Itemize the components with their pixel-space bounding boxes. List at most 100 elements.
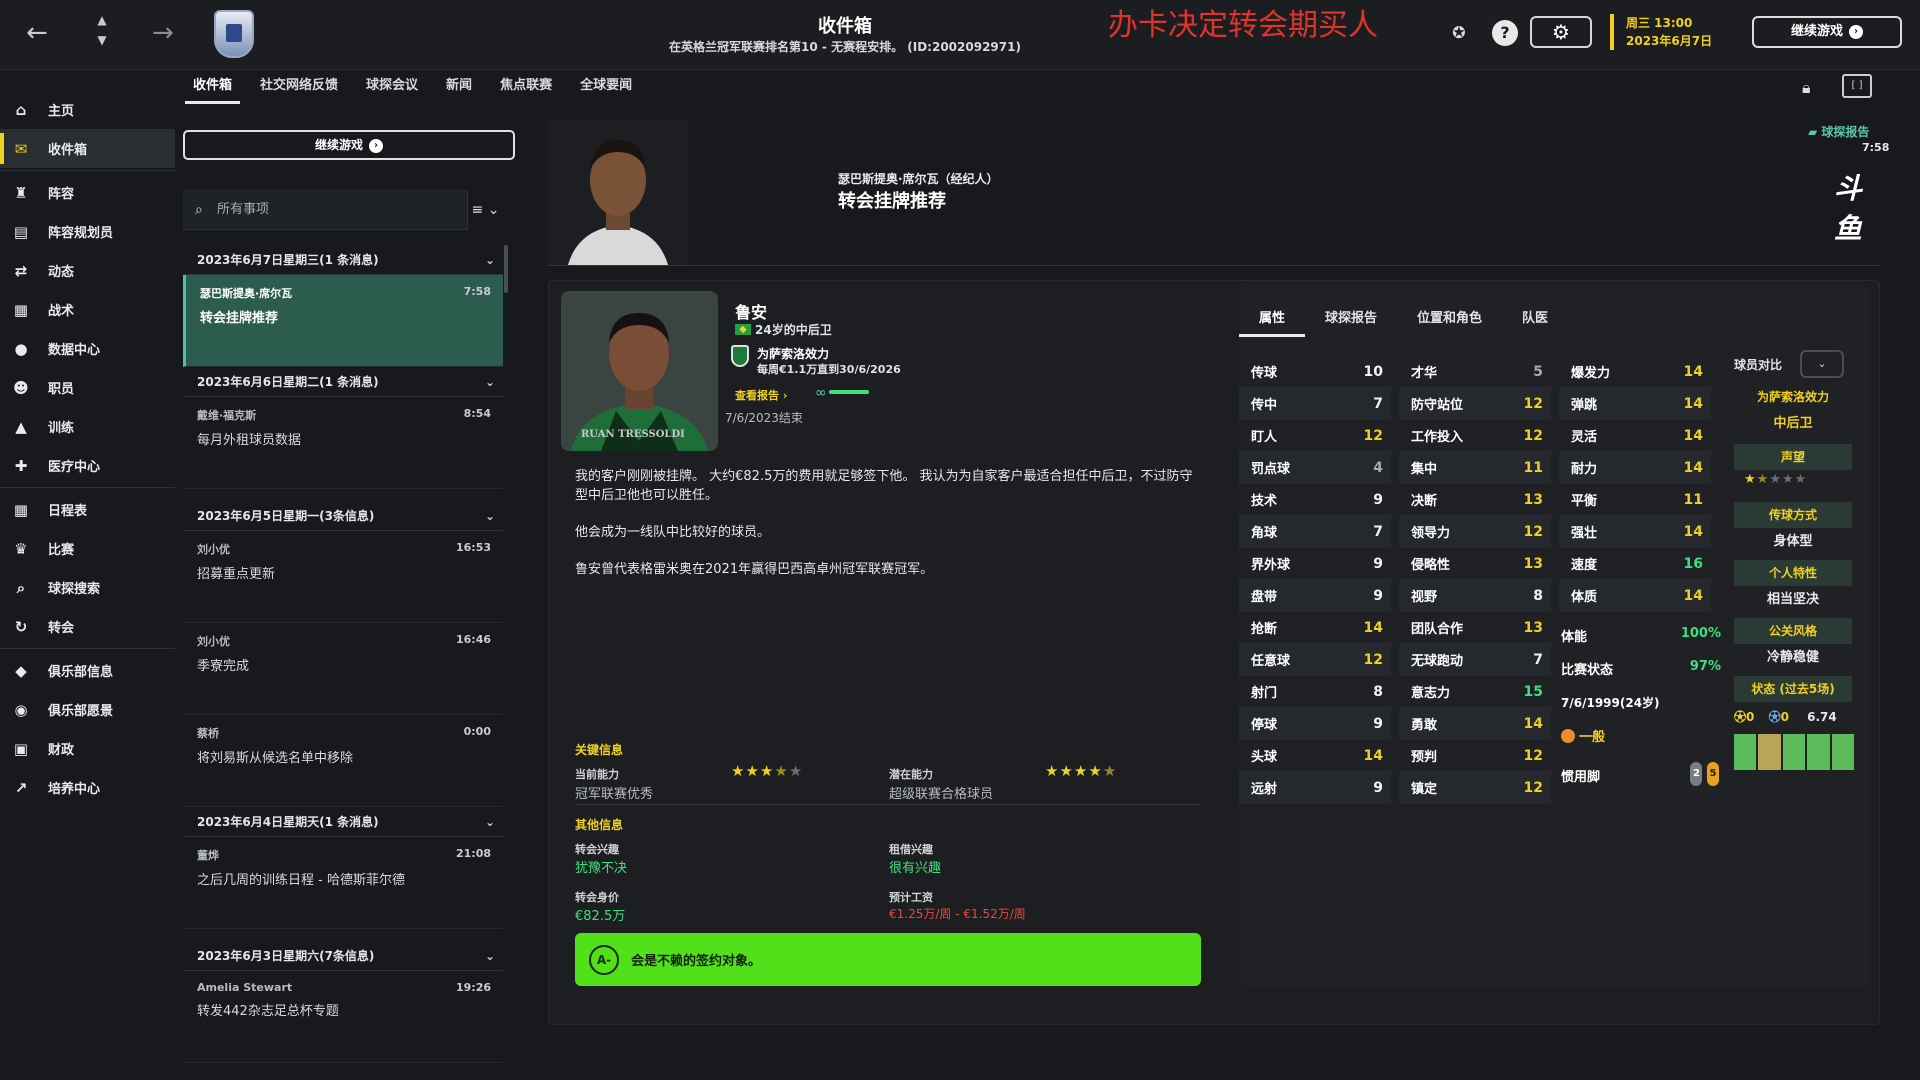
attribute-row[interactable]: 视野 8 [1399, 580, 1551, 612]
inbox-message[interactable]: 瑟巴斯提奥·席尔瓦 转会挂牌推荐 7:58 [183, 275, 503, 367]
tab-5[interactable]: 焦点联赛 [492, 72, 560, 104]
tab-4[interactable]: 新闻 [438, 72, 480, 104]
globe-icon[interactable]: ✪ [1446, 20, 1472, 46]
sidebar-item-12[interactable]: ♛ 比赛 [0, 529, 175, 568]
attribute-row[interactable]: 技术 9 [1239, 484, 1391, 516]
attribute-row[interactable]: 团队合作 13 [1399, 612, 1551, 644]
inbox-message[interactable]: 刘小优 季寮完成 16:46 [183, 623, 503, 715]
attribute-row[interactable]: 速度 16 [1559, 548, 1711, 580]
sidebar-item-4[interactable]: ▤ 阵容规划员 [0, 212, 175, 251]
inbox-group-header[interactable]: 2023年6月3日星期六(7条信息) ⌄ [183, 941, 503, 971]
sidebar-item-11[interactable]: ▦ 日程表 [0, 490, 175, 529]
attribute-row[interactable]: 镇定 12 [1399, 772, 1551, 804]
sidebar-item-16[interactable]: ◉ 俱乐部愿景 [0, 690, 175, 729]
attribute-row[interactable]: 预判 12 [1399, 740, 1551, 772]
tab-2[interactable]: 社交网络反馈 [252, 72, 346, 104]
sidebar-item-6[interactable]: ▦ 战术 [0, 290, 175, 329]
compare-dropdown[interactable]: ⌄ [1800, 350, 1844, 378]
sidebar-item-3[interactable]: ♜ 阵容 [0, 173, 175, 212]
attribute-row[interactable]: 抢断 14 [1239, 612, 1391, 644]
tab-3[interactable]: 球探会议 [358, 72, 426, 104]
attribute-row[interactable]: 传中 7 [1239, 388, 1391, 420]
inbox-group-header[interactable]: 2023年6月6日星期二(1 条消息) ⌄ [183, 367, 503, 397]
attribute-row[interactable]: 传球 10 [1239, 356, 1391, 388]
attribute-row[interactable]: 盘带 9 [1239, 580, 1391, 612]
club-badge-icon[interactable] [731, 345, 749, 367]
tab-6[interactable]: 全球要闻 [572, 72, 640, 104]
attribute-row[interactable]: 弹跳 14 [1559, 388, 1711, 420]
attribute-tab-2[interactable]: 球探报告 [1305, 304, 1397, 337]
search-input[interactable]: ⌕ 所有事项 [183, 190, 467, 230]
fullscreen-icon[interactable]: [ ] [1842, 74, 1872, 98]
sidebar-item-17[interactable]: ▣ 财政 [0, 729, 175, 768]
attribute-tab-3[interactable]: 位置和角色 [1397, 304, 1502, 337]
attribute-row[interactable]: 勇敢 14 [1399, 708, 1551, 740]
chevron-down-icon[interactable]: ⌄ [485, 367, 495, 397]
chevron-down-icon[interactable]: ⌄ [485, 807, 495, 837]
sidebar-item-10[interactable]: ✚ 医疗中心 [0, 446, 175, 485]
attribute-row[interactable]: 远射 9 [1239, 772, 1391, 804]
attribute-row[interactable]: 防守站位 12 [1399, 388, 1551, 420]
scout-report-tag[interactable]: ▰ 球探报告 [1808, 123, 1869, 140]
attribute-row[interactable]: 无球跑动 7 [1399, 644, 1551, 676]
attribute-row[interactable]: 耐力 14 [1559, 452, 1711, 484]
attribute-row[interactable]: 集中 11 [1399, 452, 1551, 484]
help-icon[interactable]: ? [1492, 20, 1518, 46]
sidebar-item-14[interactable]: ↻ 转会 [0, 607, 175, 646]
filter-menu-button[interactable]: ≡ ⌄ [467, 190, 503, 230]
inbox-message[interactable]: 戴维·福克斯 每月外租球员数据 8:54 [183, 397, 503, 489]
continue-game-button[interactable]: 继续游戏 › [183, 130, 515, 160]
goals-icon: ⚽︎ [1734, 710, 1747, 724]
inbox-message[interactable]: Amelia Stewart 转发442杂志足总杯专题 19:26 [183, 971, 503, 1063]
sidebar-item-2[interactable]: ✉ 收件箱 [0, 129, 175, 168]
attribute-row[interactable]: 界外球 9 [1239, 548, 1391, 580]
player-photo[interactable]: RUAN TRESSOLDI [561, 291, 718, 451]
attribute-row[interactable]: 决断 13 [1399, 484, 1551, 516]
sidebar-item-18[interactable]: ↗ 培养中心 [0, 768, 175, 807]
attribute-tab-1[interactable]: 属性 [1239, 304, 1306, 337]
inbox-scrollbar[interactable] [504, 245, 508, 293]
attribute-row[interactable]: 角球 7 [1239, 516, 1391, 548]
attribute-row[interactable]: 灵活 14 [1559, 420, 1711, 452]
attribute-row[interactable]: 工作投入 12 [1399, 420, 1551, 452]
attribute-row[interactable]: 意志力 15 [1399, 676, 1551, 708]
tab-1[interactable]: 收件箱 [185, 72, 241, 104]
attribute-row[interactable]: 侵略性 13 [1399, 548, 1551, 580]
attribute-row[interactable]: 停球 9 [1239, 708, 1391, 740]
sidebar-item-13[interactable]: ⌕ 球探搜索 [0, 568, 175, 607]
sidebar-item-15[interactable]: ◆ 俱乐部信息 [0, 651, 175, 690]
attribute-row[interactable]: 射门 8 [1239, 676, 1391, 708]
player-name[interactable]: 鲁安 [735, 299, 767, 323]
vision-icon: ◉ [14, 701, 28, 719]
attribute-row[interactable]: 盯人 12 [1239, 420, 1391, 452]
sidebar-item-8[interactable]: ☻ 职员 [0, 368, 175, 407]
view-report-link[interactable]: 查看报告 › [735, 387, 787, 403]
continue-game-button-top[interactable]: 继续游戏 › [1752, 16, 1902, 48]
attribute-row[interactable]: 强壮 14 [1559, 516, 1711, 548]
player-club[interactable]: 为萨索洛效力 [757, 345, 829, 362]
sidebar-item-5[interactable]: ⇄ 动态 [0, 251, 175, 290]
settings-button[interactable]: ⚙ [1530, 16, 1592, 48]
inbox-group-header[interactable]: 2023年6月4日星期天(1 条消息) ⌄ [183, 807, 503, 837]
attribute-row[interactable]: 爆发力 14 [1559, 356, 1711, 388]
attribute-row[interactable]: 头球 14 [1239, 740, 1391, 772]
sidebar-item-9[interactable]: ▲ 训练 [0, 407, 175, 446]
attribute-tab-4[interactable]: 队医 [1502, 304, 1568, 337]
sidebar-item-1[interactable]: ⌂ 主页 [0, 90, 175, 129]
attribute-row[interactable]: 罚点球 4 [1239, 452, 1391, 484]
attribute-row[interactable]: 领导力 12 [1399, 516, 1551, 548]
inbox-message[interactable]: 董烨 之后几周的训练日程 - 哈德斯菲尔德 21:08 [183, 837, 503, 929]
attribute-row[interactable]: 才华 5 [1399, 356, 1551, 388]
sidebar-item-7[interactable]: ● 数据中心 [0, 329, 175, 368]
inbox-message[interactable]: 刘小优 招募重点更新 16:53 [183, 531, 503, 623]
inbox-group-header[interactable]: 2023年6月7日星期三(1 条消息) ⌄ [183, 245, 503, 275]
attribute-row[interactable]: 任意球 12 [1239, 644, 1391, 676]
chevron-down-icon[interactable]: ⌄ [485, 245, 495, 275]
lock-icon[interactable]: 🔒︎ [1802, 78, 1811, 98]
inbox-group-header[interactable]: 2023年6月5日星期一(3条信息) ⌄ [183, 501, 503, 531]
chevron-down-icon[interactable]: ⌄ [485, 501, 495, 531]
attribute-row[interactable]: 平衡 11 [1559, 484, 1711, 516]
chevron-down-icon[interactable]: ⌄ [485, 941, 495, 971]
attribute-row[interactable]: 体质 14 [1559, 580, 1711, 612]
inbox-message[interactable]: 蔡桥 将刘易斯从候选名单中移除 0:00 [183, 715, 503, 807]
